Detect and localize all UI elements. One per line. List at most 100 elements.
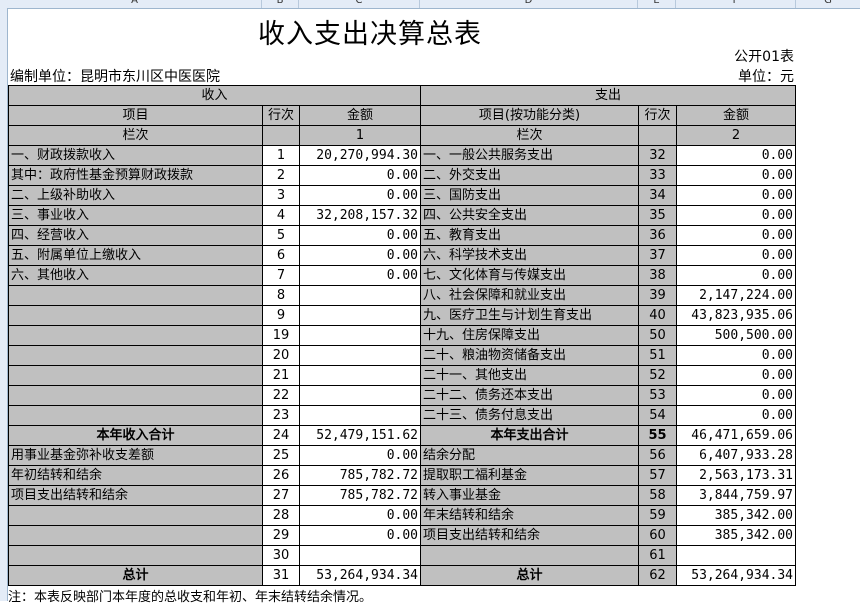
expense-item-cell[interactable]: 六、科学技术支出 xyxy=(420,245,639,266)
income-rowno-cell[interactable]: 25 xyxy=(262,445,300,466)
expense-rowno-cell[interactable]: 33 xyxy=(638,165,677,186)
income-amount-cell[interactable]: 52,479,151.62 xyxy=(299,425,421,446)
income-item-cell[interactable]: 用事业基金弥补收支差额 xyxy=(8,445,263,466)
income-item-cell[interactable] xyxy=(8,325,263,346)
expense-item-cell[interactable]: 三、国防支出 xyxy=(420,185,639,206)
income-item-cell[interactable] xyxy=(8,365,263,386)
expense-rowno-cell[interactable]: 59 xyxy=(638,505,677,526)
expense-amount-cell[interactable]: 0.00 xyxy=(676,145,796,166)
expense-item-cell[interactable]: 年末结转和结余 xyxy=(420,505,639,526)
income-item-cell[interactable]: 年初结转和结余 xyxy=(8,465,263,486)
expense-rowno-cell[interactable]: 52 xyxy=(638,365,677,386)
income-amount-cell[interactable]: 0.00 xyxy=(299,245,421,266)
expense-amount-cell[interactable]: 43,823,935.06 xyxy=(676,305,796,326)
income-amount-cell[interactable] xyxy=(299,365,421,386)
income-amount-cell[interactable] xyxy=(299,305,421,326)
column-header-a[interactable]: A xyxy=(8,0,262,8)
income-item-cell[interactable]: 总计 xyxy=(8,565,263,586)
expense-amount-cell[interactable]: 385,342.00 xyxy=(676,525,796,546)
expense-amount-cell[interactable]: 0.00 xyxy=(676,405,796,426)
income-rowno-cell[interactable]: 6 xyxy=(262,245,300,266)
expense-amount-cell[interactable]: 500,500.00 xyxy=(676,325,796,346)
income-rowno-cell[interactable]: 9 xyxy=(262,305,300,326)
income-item-cell[interactable] xyxy=(8,345,263,366)
lanci-2[interactable]: 2 xyxy=(676,125,796,146)
expense-rowno-cell[interactable]: 55 xyxy=(638,425,677,446)
income-item-cell[interactable]: 五、附属单位上缴收入 xyxy=(8,245,263,266)
income-rowno-cell[interactable]: 24 xyxy=(262,425,300,446)
income-item-cell[interactable]: 四、经营收入 xyxy=(8,225,263,246)
lanci-label-income[interactable]: 栏次 xyxy=(8,125,263,146)
expense-amount-cell[interactable]: 2,147,224.00 xyxy=(676,285,796,306)
expense-item-cell[interactable]: 八、社会保障和就业支出 xyxy=(420,285,639,306)
expense-item-cell[interactable]: 二十一、其他支出 xyxy=(420,365,639,386)
income-amount-cell[interactable]: 20,270,994.30 xyxy=(299,145,421,166)
expense-amount-cell[interactable]: 385,342.00 xyxy=(676,505,796,526)
income-rowno-cell[interactable]: 19 xyxy=(262,325,300,346)
income-rowno-cell[interactable]: 8 xyxy=(262,285,300,306)
expense-item-cell[interactable]: 九、医疗卫生与计划生育支出 xyxy=(420,305,639,326)
lanci-blank-expense[interactable] xyxy=(638,125,677,146)
income-amount-header[interactable]: 金额 xyxy=(299,105,421,126)
expense-item-cell[interactable]: 转入事业基金 xyxy=(420,485,639,506)
expense-rowno-cell[interactable]: 39 xyxy=(638,285,677,306)
expense-rowno-cell[interactable]: 54 xyxy=(638,405,677,426)
income-item-cell[interactable] xyxy=(8,285,263,306)
income-amount-cell[interactable]: 0.00 xyxy=(299,165,421,186)
expense-amount-cell[interactable]: 0.00 xyxy=(676,265,796,286)
income-item-cell[interactable] xyxy=(8,505,263,526)
income-amount-cell[interactable]: 0.00 xyxy=(299,225,421,246)
expense-item-cell[interactable]: 二十三、债务付息支出 xyxy=(420,405,639,426)
income-amount-cell[interactable]: 0.00 xyxy=(299,445,421,466)
income-rowno-cell[interactable]: 26 xyxy=(262,465,300,486)
expense-item-cell[interactable]: 二十二、债务还本支出 xyxy=(420,385,639,406)
expense-item-cell[interactable] xyxy=(420,545,639,566)
income-amount-cell[interactable]: 0.00 xyxy=(299,265,421,286)
expense-rowno-cell[interactable]: 34 xyxy=(638,185,677,206)
income-rowno-cell[interactable]: 22 xyxy=(262,385,300,406)
expense-amount-cell[interactable]: 6,407,933.28 xyxy=(676,445,796,466)
income-item-cell[interactable] xyxy=(8,385,263,406)
expense-item-cell[interactable]: 四、公共安全支出 xyxy=(420,205,639,226)
income-amount-cell[interactable]: 0.00 xyxy=(299,525,421,546)
income-amount-cell[interactable]: 53,264,934.34 xyxy=(299,565,421,586)
income-rowno-cell[interactable]: 29 xyxy=(262,525,300,546)
income-amount-cell[interactable] xyxy=(299,405,421,426)
expense-amount-cell[interactable]: 0.00 xyxy=(676,205,796,226)
lanci-1[interactable]: 1 xyxy=(299,125,421,146)
expense-rowno-cell[interactable]: 60 xyxy=(638,525,677,546)
expense-rowno-cell[interactable]: 61 xyxy=(638,545,677,566)
expense-rowno-cell[interactable]: 56 xyxy=(638,445,677,466)
expense-amount-cell[interactable]: 3,844,759.97 xyxy=(676,485,796,506)
expense-rowno-cell[interactable]: 36 xyxy=(638,225,677,246)
expense-item-cell[interactable]: 项目支出结转和结余 xyxy=(420,525,639,546)
expense-rowno-cell[interactable]: 40 xyxy=(638,305,677,326)
expense-item-cell[interactable]: 二、外交支出 xyxy=(420,165,639,186)
income-amount-cell[interactable]: 0.00 xyxy=(299,185,421,206)
income-item-cell[interactable]: 本年收入合计 xyxy=(8,425,263,446)
expense-amount-cell[interactable]: 46,471,659.06 xyxy=(676,425,796,446)
expense-item-cell[interactable]: 一、一般公共服务支出 xyxy=(420,145,639,166)
income-item-cell[interactable] xyxy=(8,305,263,326)
income-amount-cell[interactable] xyxy=(299,385,421,406)
income-rowno-cell[interactable]: 27 xyxy=(262,485,300,506)
expense-amount-cell[interactable]: 0.00 xyxy=(676,245,796,266)
expense-amount-cell[interactable]: 2,563,173.31 xyxy=(676,465,796,486)
expense-rowno-cell[interactable]: 53 xyxy=(638,385,677,406)
expense-rowno-cell[interactable]: 51 xyxy=(638,345,677,366)
expense-rowno-cell[interactable]: 58 xyxy=(638,485,677,506)
income-rowno-cell[interactable]: 1 xyxy=(262,145,300,166)
income-amount-cell[interactable] xyxy=(299,545,421,566)
expense-rowno-cell[interactable]: 62 xyxy=(638,565,677,586)
column-header-f[interactable]: F xyxy=(676,0,796,8)
expense-item-cell[interactable]: 二十、粮油物资储备支出 xyxy=(420,345,639,366)
expense-amount-cell[interactable]: 0.00 xyxy=(676,165,796,186)
expense-item-header[interactable]: 项目(按功能分类) xyxy=(420,105,639,126)
expense-amount-cell[interactable]: 0.00 xyxy=(676,185,796,206)
income-item-cell[interactable] xyxy=(8,525,263,546)
expense-item-cell[interactable]: 总计 xyxy=(420,565,639,586)
income-rowno-cell[interactable]: 7 xyxy=(262,265,300,286)
income-rowno-cell[interactable]: 23 xyxy=(262,405,300,426)
expense-amount-cell[interactable]: 53,264,934.34 xyxy=(676,565,796,586)
income-item-cell[interactable]: 二、上级补助收入 xyxy=(8,185,263,206)
